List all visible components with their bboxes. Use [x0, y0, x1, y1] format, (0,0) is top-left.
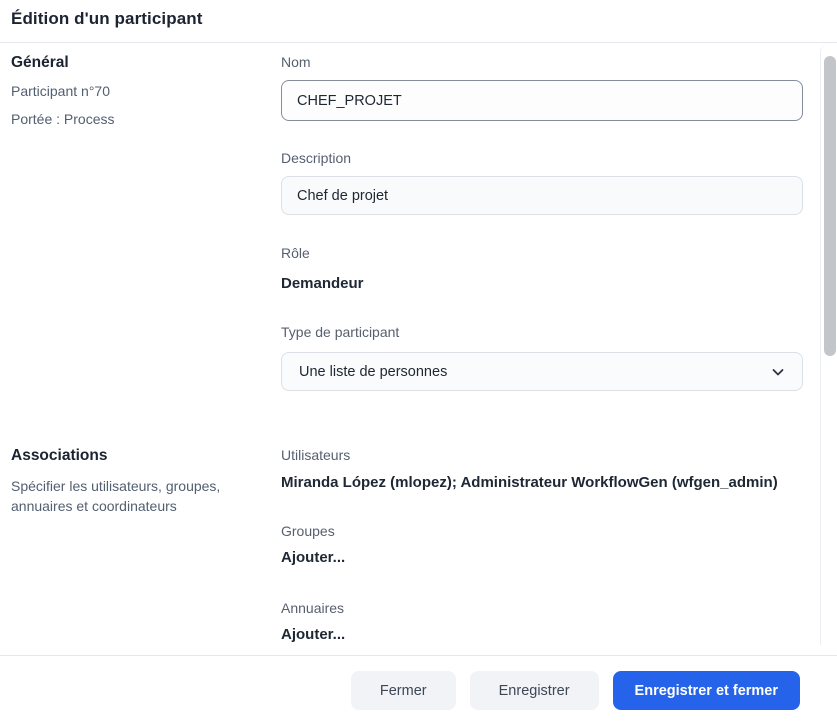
groups-add-link[interactable]: Ajouter...: [281, 549, 803, 567]
participant-scope: Portée : Process: [11, 111, 281, 127]
dialog-header: Édition d'un participant: [0, 0, 837, 43]
close-button[interactable]: Fermer: [351, 671, 456, 710]
participant-type-label: Type de participant: [281, 324, 803, 341]
users-group: Utilisateurs Miranda López (mlopez); Adm…: [281, 447, 803, 492]
participant-type-select[interactable]: Une liste de personnes: [281, 352, 803, 391]
edit-participant-dialog: Édition d'un participant Général Partici…: [0, 0, 837, 725]
participant-type-value: Une liste de personnes: [299, 364, 447, 380]
role-field-group: Rôle Demandeur: [281, 245, 803, 293]
participant-type-group: Type de participant Une liste de personn…: [281, 324, 803, 391]
description-field-group: Description: [281, 150, 803, 215]
dialog-footer: Fermer Enregistrer Enregistrer et fermer: [0, 655, 837, 725]
users-label: Utilisateurs: [281, 447, 803, 464]
associations-heading: Associations: [11, 447, 281, 465]
name-label: Nom: [281, 54, 803, 71]
role-value: Demandeur: [281, 275, 803, 293]
section-associations: Associations Spécifier les utilisateurs,…: [11, 447, 803, 655]
name-input[interactable]: [281, 80, 803, 121]
associations-description: Spécifier les utilisateurs, groupes, ann…: [11, 476, 256, 516]
general-heading: Général: [11, 54, 281, 72]
groups-label: Groupes: [281, 523, 803, 540]
save-button[interactable]: Enregistrer: [470, 671, 599, 710]
users-value[interactable]: Miranda López (mlopez); Administrateur W…: [281, 474, 803, 492]
role-label: Rôle: [281, 245, 803, 262]
chevron-down-icon: [770, 364, 786, 380]
directories-label: Annuaires: [281, 600, 803, 617]
section-associations-info: Associations Spécifier les utilisateurs,…: [11, 447, 281, 655]
section-general-fields: Nom Description Rôle Demandeur Type de p…: [281, 54, 803, 391]
groups-group: Groupes Ajouter...: [281, 523, 803, 567]
dialog-body: Général Participant n°70 Portée : Proces…: [0, 43, 837, 655]
section-general: Général Participant n°70 Portée : Proces…: [11, 54, 803, 391]
description-input[interactable]: [281, 176, 803, 215]
section-general-info: Général Participant n°70 Portée : Proces…: [11, 54, 281, 391]
scrollbar-track[interactable]: [820, 44, 837, 645]
name-field-group: Nom: [281, 54, 803, 121]
dialog-title: Édition d'un participant: [11, 9, 827, 29]
description-label: Description: [281, 150, 803, 167]
participant-number: Participant n°70: [11, 83, 281, 99]
scrollbar-thumb[interactable]: [824, 56, 836, 356]
section-associations-fields: Utilisateurs Miranda López (mlopez); Adm…: [281, 447, 803, 655]
directories-group: Annuaires Ajouter...: [281, 600, 803, 644]
save-and-close-button[interactable]: Enregistrer et fermer: [613, 671, 800, 710]
directories-add-link[interactable]: Ajouter...: [281, 626, 803, 644]
